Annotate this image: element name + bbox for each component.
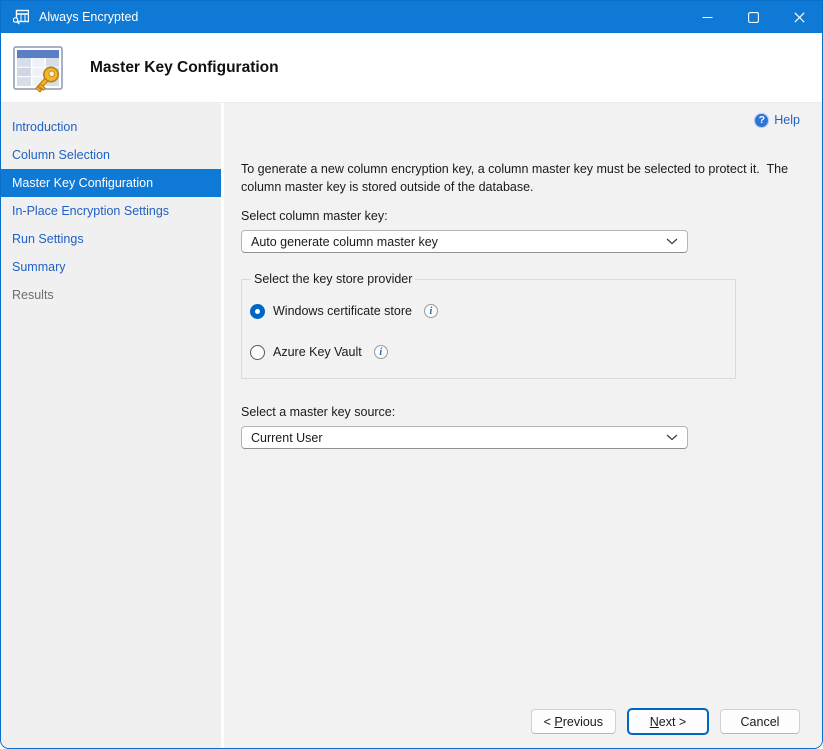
wizard-steps-sidebar: Introduction Column Selection Master Key… (1, 103, 224, 748)
always-encrypted-wizard-window: Always Encrypted (0, 0, 823, 749)
chevron-down-icon (666, 238, 678, 245)
table-key-icon (9, 39, 67, 97)
cancel-button[interactable]: Cancel (720, 709, 800, 734)
sidebar-item-run-settings[interactable]: Run Settings (1, 225, 221, 253)
app-table-key-icon (12, 8, 30, 26)
intro-text: To generate a new column encryption key,… (241, 160, 800, 196)
next-button[interactable]: Next > (628, 709, 708, 734)
title-bar: Always Encrypted (1, 1, 822, 33)
master-key-source-value: Current User (251, 431, 666, 445)
key-store-provider-group: Select the key store provider Windows ce… (241, 272, 736, 379)
sidebar-item-master-key-configuration[interactable]: Master Key Configuration (1, 169, 221, 197)
sidebar-item-summary[interactable]: Summary (1, 253, 221, 281)
radio-selected-icon[interactable] (250, 304, 265, 319)
wizard-header: Master Key Configuration (1, 33, 822, 103)
sidebar-item-in-place-encryption-settings[interactable]: In-Place Encryption Settings (1, 197, 221, 225)
azure-key-vault-label: Azure Key Vault (273, 345, 362, 359)
windows-certificate-store-label: Windows certificate store (273, 304, 412, 318)
close-icon (794, 12, 805, 23)
master-key-configuration-page: ? Help To generate a new column encrypti… (224, 103, 822, 748)
windows-certificate-store-option[interactable]: Windows certificate store i (250, 299, 723, 323)
chevron-down-icon (666, 434, 678, 441)
column-master-key-dropdown[interactable]: Auto generate column master key (241, 230, 688, 253)
minimize-button[interactable] (684, 1, 730, 33)
master-key-source-label: Select a master key source: (241, 405, 800, 419)
sidebar-item-column-selection[interactable]: Column Selection (1, 141, 221, 169)
column-master-key-value: Auto generate column master key (251, 235, 666, 249)
minimize-icon (702, 12, 713, 23)
window-title: Always Encrypted (39, 10, 684, 24)
info-circle-icon[interactable]: i (424, 304, 438, 318)
close-button[interactable] (776, 1, 822, 33)
master-key-source-dropdown[interactable]: Current User (241, 426, 688, 449)
sidebar-item-results: Results (1, 281, 221, 309)
azure-key-vault-option[interactable]: Azure Key Vault i (250, 340, 723, 364)
column-master-key-label: Select column master key: (241, 209, 800, 223)
maximize-button[interactable] (730, 1, 776, 33)
maximize-icon (748, 12, 759, 23)
sidebar-item-introduction[interactable]: Introduction (1, 113, 221, 141)
radio-unselected-icon[interactable] (250, 345, 265, 360)
key-store-provider-legend: Select the key store provider (251, 272, 415, 286)
info-circle-icon[interactable]: i (374, 345, 388, 359)
previous-button[interactable]: < Previous (531, 709, 616, 734)
page-title: Master Key Configuration (90, 59, 279, 77)
help-link[interactable]: Help (774, 113, 800, 127)
help-circle-icon: ? (754, 113, 769, 128)
